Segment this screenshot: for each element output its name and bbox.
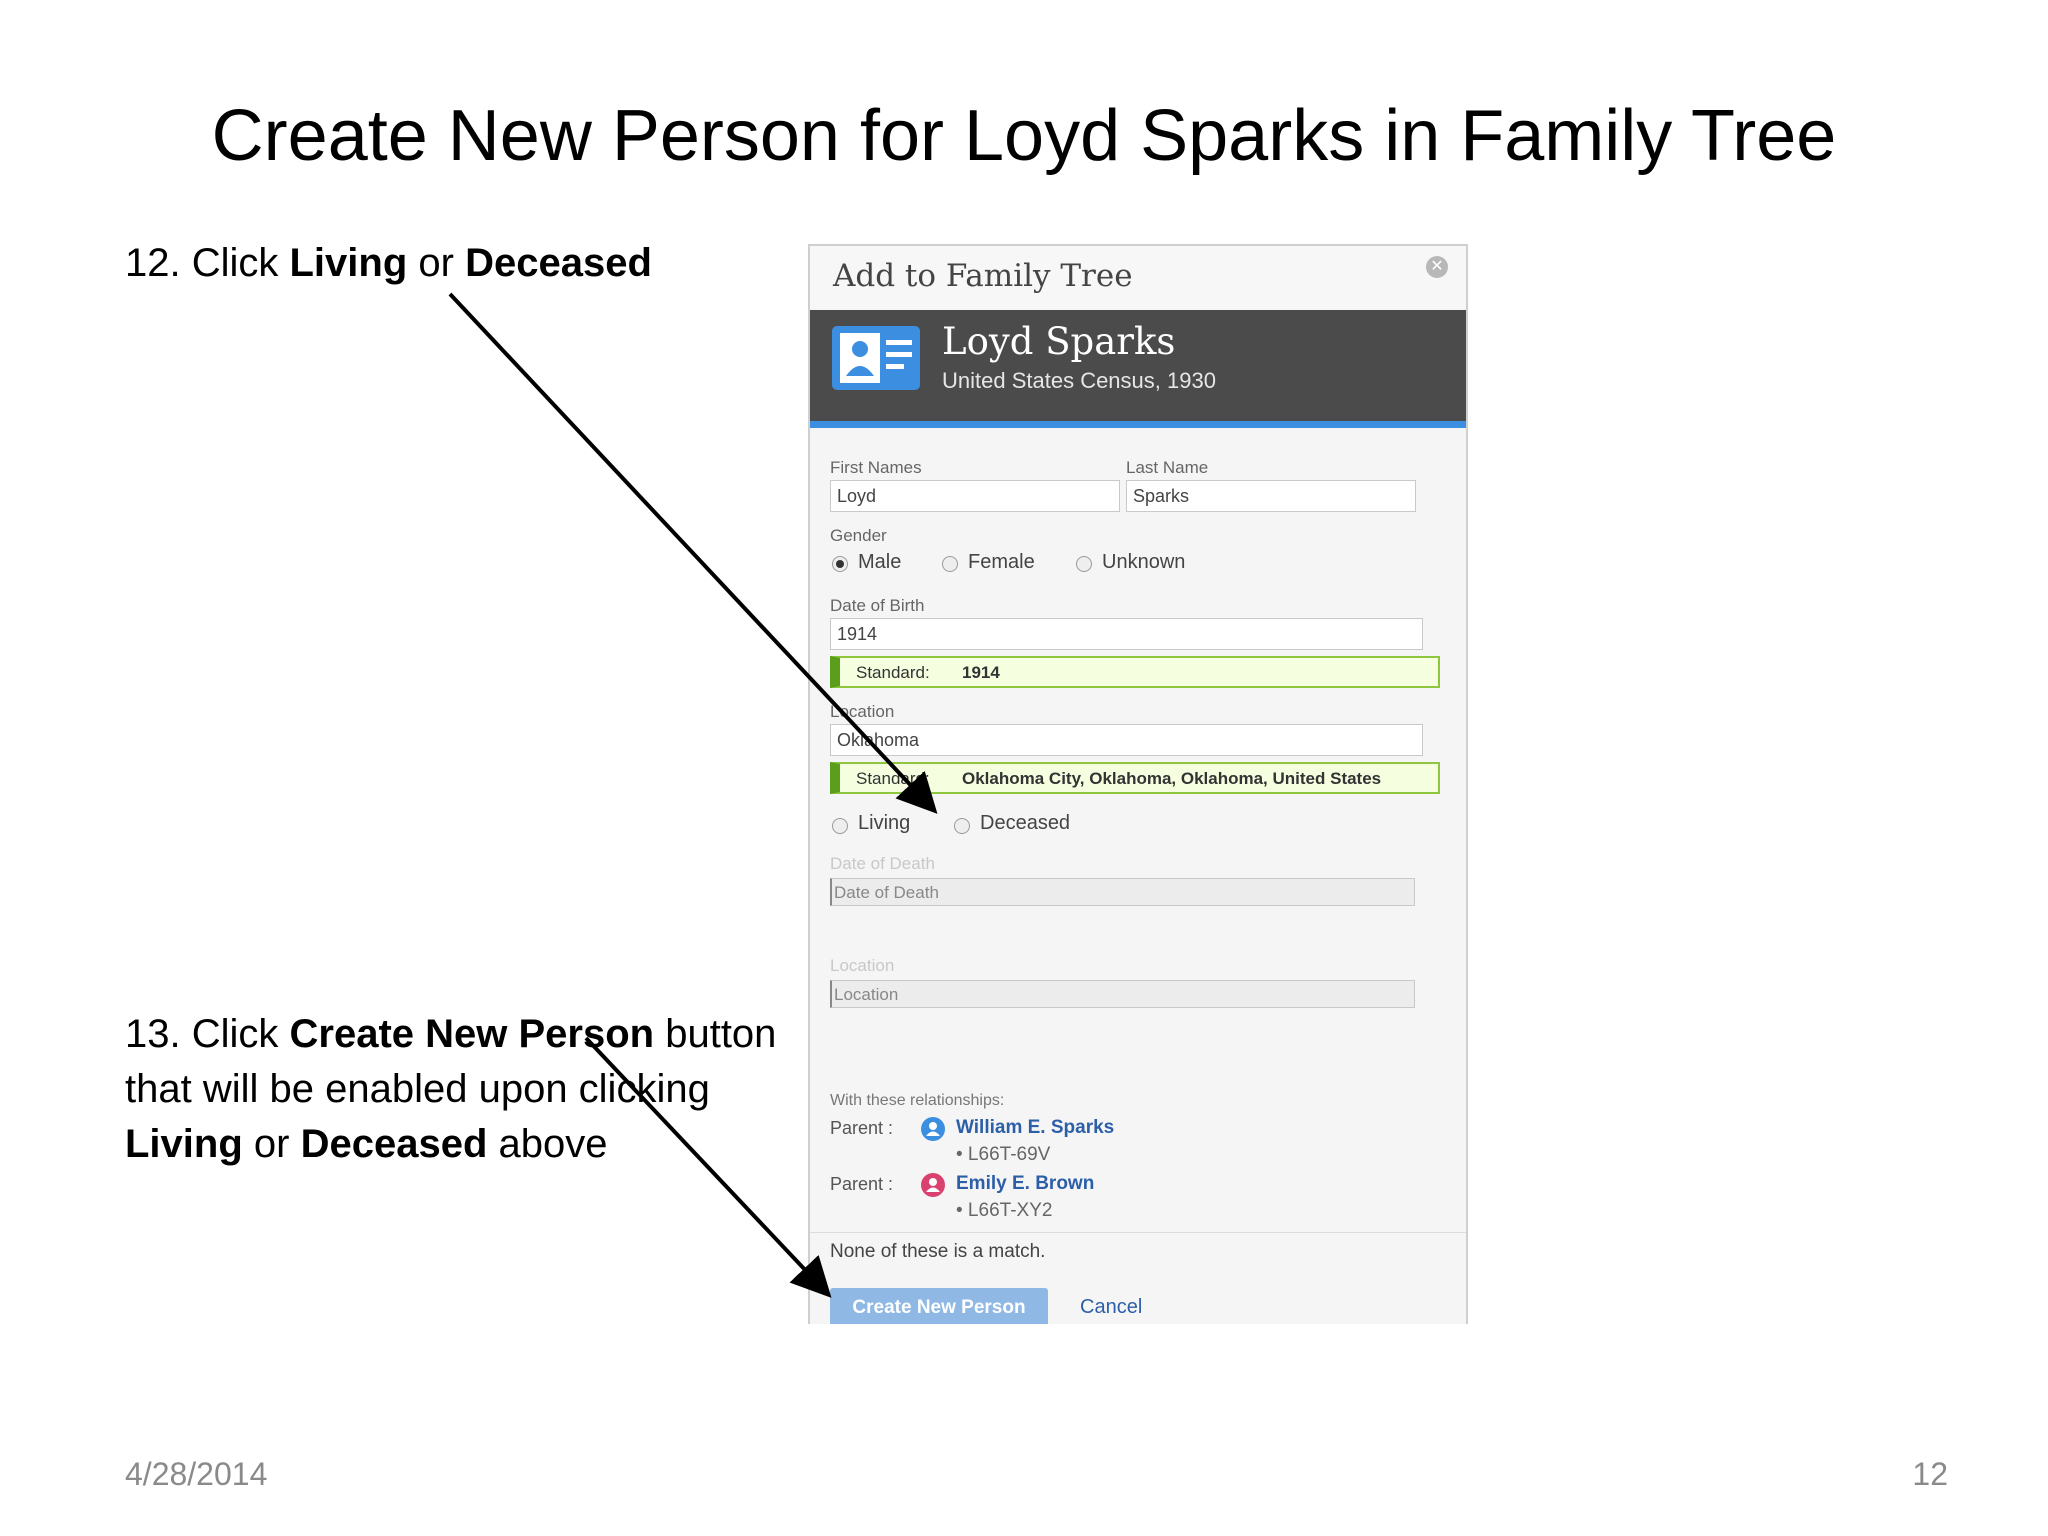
last-name-input[interactable]: Sparks: [1126, 480, 1416, 512]
step-13-prefix: 13. Click: [125, 1012, 290, 1056]
parent-1-id: • L66T-69V: [956, 1144, 1051, 1165]
gender-label: Gender: [830, 526, 887, 545]
living-radio[interactable]: [832, 818, 848, 834]
parent-1-link[interactable]: William E. Sparks: [956, 1117, 1114, 1139]
relationships-label: With these relationships:: [830, 1092, 1005, 1109]
slide-title: Create New Person for Loyd Sparks in Fam…: [211, 96, 1837, 176]
person-banner: Loyd Sparks United States Census, 1930: [810, 310, 1466, 428]
divider: [810, 1232, 1466, 1233]
id-card-icon: [832, 326, 920, 390]
parent-2-label: Parent :: [830, 1174, 894, 1194]
step-13-end: above: [487, 1122, 608, 1166]
gender-unknown-label: Unknown: [1102, 551, 1186, 573]
location-label: Location: [830, 702, 895, 721]
location-standard-value: Oklahoma City, Oklahoma, Oklahoma, Unite…: [962, 769, 1382, 788]
none-match-text: None of these is a match.: [830, 1241, 1046, 1262]
female-avatar-icon: [921, 1173, 945, 1197]
deceased-radio[interactable]: [954, 818, 970, 834]
living-label: Living: [858, 812, 911, 834]
parent-1-label: Parent :: [830, 1118, 894, 1138]
add-to-family-tree-dialog: Add to Family Tree ✕ Loyd Sparks United …: [808, 244, 1468, 1324]
gender-unknown-radio[interactable]: [1076, 556, 1092, 572]
step-13-instruction: 13. Click Create New Person button that …: [125, 1007, 805, 1172]
person-name: Loyd Sparks: [942, 320, 1176, 363]
step-13-button: Create New Person: [289, 1012, 655, 1056]
dob-standard-value: 1914: [962, 663, 1000, 682]
close-icon[interactable]: ✕: [1426, 256, 1448, 278]
footer-page-number: 12: [1912, 1456, 1948, 1492]
last-name-label: Last Name: [1126, 458, 1209, 477]
gender-male-label: Male: [858, 551, 902, 573]
gender-male-radio[interactable]: [832, 556, 848, 572]
dob-standard-key: Standard:: [856, 663, 930, 682]
dialog-title: Add to Family Tree: [833, 258, 1133, 294]
parent-2-link[interactable]: Emily E. Brown: [956, 1173, 1094, 1195]
create-new-person-button[interactable]: Create New Person: [830, 1288, 1048, 1324]
step-13-deceased: Deceased: [300, 1122, 488, 1166]
parent-2-id: • L66T-XY2: [956, 1200, 1053, 1221]
person-source: United States Census, 1930: [942, 368, 1216, 393]
death-location-label: Location: [830, 956, 895, 975]
death-date-input[interactable]: Date of Death: [830, 878, 1415, 906]
first-names-input[interactable]: Loyd: [830, 480, 1120, 512]
cancel-link[interactable]: Cancel: [1080, 1296, 1142, 1319]
step-13-or: or: [242, 1122, 301, 1166]
gender-female-label: Female: [968, 551, 1035, 573]
male-avatar-icon: [921, 1117, 945, 1141]
dob-label: Date of Birth: [830, 596, 925, 615]
step-12-instruction: 12. Click Living or Deceased: [125, 236, 652, 291]
dob-standard: Standard: 1914: [830, 656, 1440, 688]
dob-input[interactable]: 1914: [830, 618, 1423, 650]
step-12-prefix: 12. Click: [125, 241, 290, 285]
location-input[interactable]: Oklahoma: [830, 724, 1423, 756]
first-names-label: First Names: [830, 458, 922, 477]
location-standard: Standard: Oklahoma City, Oklahoma, Oklah…: [830, 762, 1440, 794]
death-location-input[interactable]: Location: [830, 980, 1415, 1008]
dialog-header: Add to Family Tree ✕: [810, 246, 1466, 308]
step-12-living: Living: [289, 241, 408, 285]
footer-date: 4/28/2014: [125, 1456, 268, 1492]
location-standard-key: Standard:: [856, 769, 930, 788]
death-date-label: Date of Death: [830, 854, 935, 873]
step-12-deceased: Deceased: [465, 241, 652, 285]
step-13-living: Living: [125, 1122, 243, 1166]
gender-female-radio[interactable]: [942, 556, 958, 572]
step-12-or: or: [407, 241, 466, 285]
deceased-label: Deceased: [980, 812, 1071, 834]
